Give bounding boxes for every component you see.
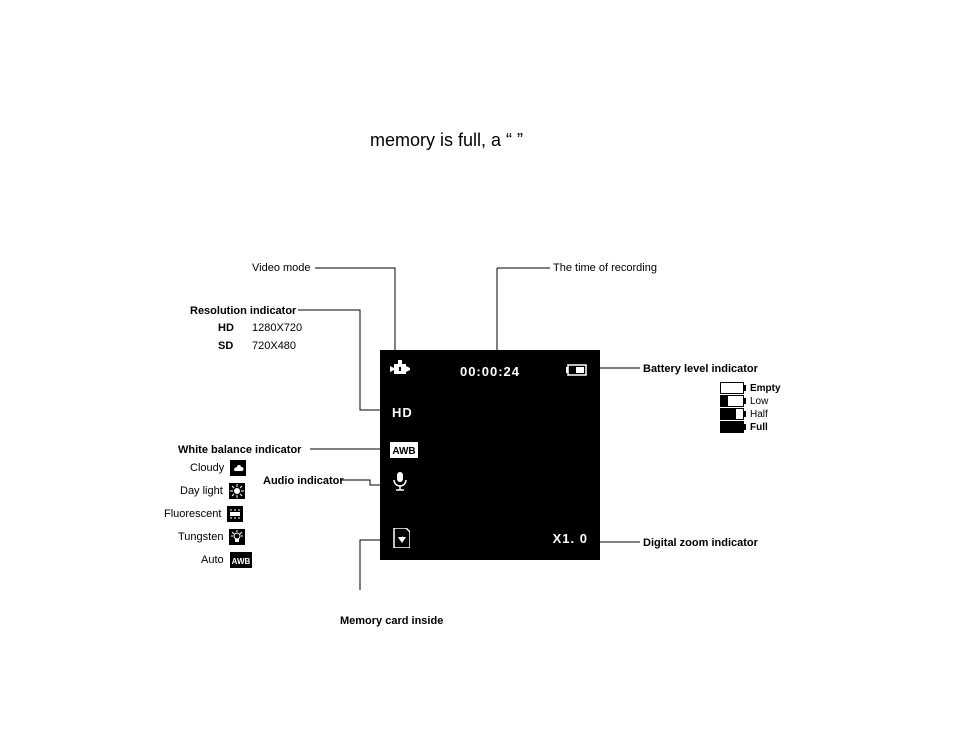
sd-card-icon: [392, 528, 410, 548]
fluorescent-icon: [227, 506, 243, 522]
label-res-sd: SD: [218, 340, 233, 352]
svg-text:AWB: AWB: [392, 446, 415, 457]
battery-full-label: Full: [750, 422, 768, 433]
zoom-indicator: X1. 0: [553, 531, 588, 546]
microphone-icon: [392, 472, 408, 492]
camera-screen: 00:00:24 HD AWB X1. 0: [380, 350, 600, 560]
label-time-recording: The time of recording: [553, 262, 657, 274]
battery-half-icon: [720, 408, 744, 420]
label-wb-indicator: White balance indicator: [178, 444, 301, 456]
svg-text:AWB: AWB: [231, 557, 250, 566]
wb-daylight-row: Day light: [180, 483, 245, 499]
wb-tungsten-row: Tungsten: [178, 529, 245, 545]
wb-auto-label: Auto: [201, 554, 224, 566]
awb-icon: AWB: [390, 442, 418, 458]
wb-fluorescent-row: Fluorescent: [164, 506, 243, 522]
label-zoom-indicator: Digital zoom indicator: [643, 537, 758, 549]
daylight-icon: [229, 483, 245, 499]
label-res-sd-val: 720X480: [252, 340, 296, 352]
tungsten-icon: [229, 529, 245, 545]
top-text: memory is full, a “ ”: [370, 130, 523, 151]
battery-empty-icon: [720, 382, 744, 394]
wb-cloudy-row: Cloudy: [190, 460, 246, 476]
wb-fluorescent-label: Fluorescent: [164, 508, 221, 520]
label-res-hd-val: 1280X720: [252, 322, 302, 334]
wb-auto-row: AWB Auto: [201, 552, 252, 568]
wb-cloudy-label: Cloudy: [190, 462, 224, 474]
battery-low-label: Low: [750, 396, 768, 407]
battery-empty-label: Empty: [750, 383, 781, 394]
battery-low-icon: [720, 395, 744, 407]
battery-full-icon: [720, 421, 744, 433]
battery-low-row: Low: [720, 395, 768, 407]
label-res-sd-key: SD: [218, 340, 233, 352]
label-audio-indicator: Audio indicator: [263, 475, 344, 487]
resolution-indicator: HD: [392, 405, 413, 420]
battery-icon: [566, 364, 590, 376]
label-memory-card: Memory card inside: [340, 615, 443, 627]
battery-empty-row: Empty: [720, 382, 781, 394]
battery-half-label: Half: [750, 409, 768, 420]
label-video-mode: Video mode: [252, 262, 311, 274]
wb-daylight-label: Day light: [180, 485, 223, 497]
label-battery-indicator: Battery level indicator: [643, 363, 758, 375]
battery-full-row: Full: [720, 421, 768, 433]
label-res-hd-key: HD: [218, 322, 234, 334]
cloudy-icon: [230, 460, 246, 476]
wb-tungsten-label: Tungsten: [178, 531, 223, 543]
awb-small-icon: AWB: [230, 552, 252, 568]
label-res-hd: HD: [218, 322, 234, 334]
label-time-recording-text: The time of recording: [553, 262, 657, 274]
battery-half-row: Half: [720, 408, 768, 420]
label-resolution-indicator: Resolution indicator: [190, 305, 296, 317]
